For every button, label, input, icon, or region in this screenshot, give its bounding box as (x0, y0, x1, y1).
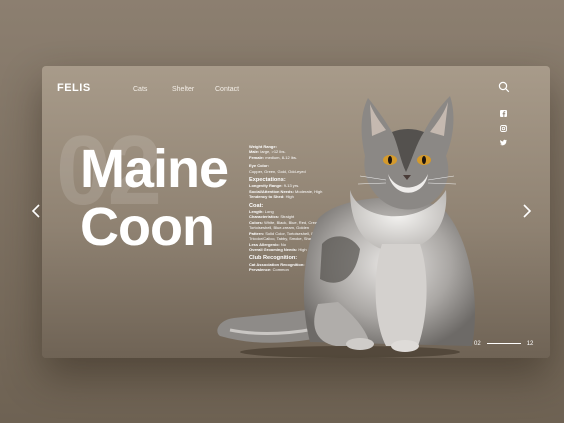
twitter-icon[interactable] (500, 139, 507, 146)
pager-progress-line (486, 342, 521, 344)
brand-logo[interactable]: FELIS (57, 82, 91, 94)
pager-current: 02 (474, 341, 481, 347)
hero-card: FELIS Cats Shelter Contact 02 Maine Coon… (42, 66, 550, 358)
instagram-icon[interactable] (500, 125, 507, 132)
nav-cats[interactable]: Cats (133, 86, 147, 93)
title-line-2: Coon (80, 197, 215, 257)
page-title: Maine Coon (80, 139, 229, 257)
cat-photo (217, 96, 475, 358)
facebook-icon[interactable] (500, 110, 507, 117)
search-icon[interactable] (498, 81, 510, 93)
arrow-left-icon[interactable] (31, 204, 41, 218)
arrow-right-icon[interactable] (522, 204, 532, 218)
pager-total: 12 (526, 341, 534, 347)
slide-pager: 02 12 (474, 341, 533, 347)
nav-shelter[interactable]: Shelter (172, 86, 194, 93)
title-line-1: Maine (80, 139, 229, 199)
